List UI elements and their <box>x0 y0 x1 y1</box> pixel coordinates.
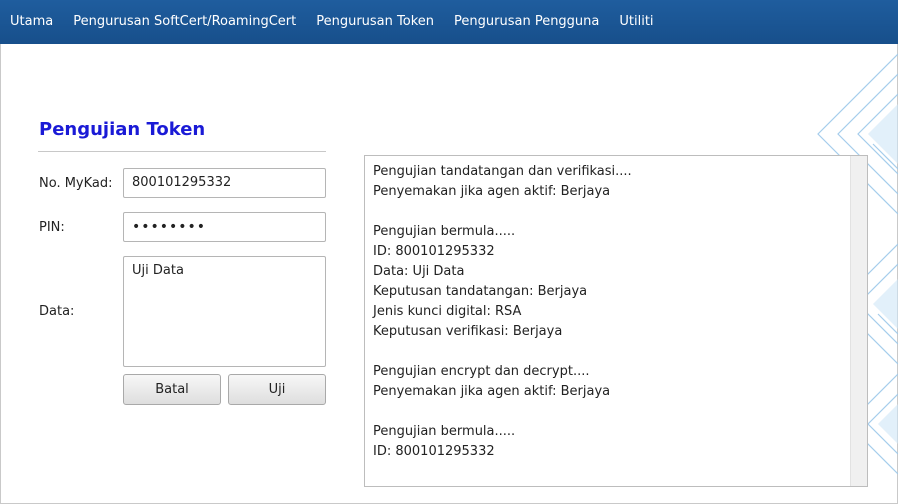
pin-label: PIN: <box>39 220 65 235</box>
menu-item-pengguna[interactable]: Pengurusan Pengguna <box>454 0 599 44</box>
menu-item-softcert[interactable]: Pengurusan SoftCert/RoamingCert <box>73 0 296 44</box>
menu-bar: Utama Pengurusan SoftCert/RoamingCert Pe… <box>0 0 898 44</box>
output-line: Data: Uji Data <box>373 264 465 279</box>
mykad-label: No. MyKad: <box>39 176 113 191</box>
output-line: Keputusan verifikasi: Berjaya <box>373 324 563 339</box>
mykad-field[interactable]: 800101295332 <box>123 168 326 198</box>
output-log[interactable]: Pengujian tandatangan dan verifikasi....… <box>364 155 868 487</box>
output-lines: Pengujian tandatangan dan verifikasi....… <box>373 162 849 462</box>
output-line: Penyemakan jika agen aktif: Berjaya <box>373 384 611 399</box>
menu-item-utiliti[interactable]: Utiliti <box>619 0 653 44</box>
output-line: Keputusan tandatangan: Berjaya <box>373 284 588 299</box>
data-label: Data: <box>39 304 75 319</box>
data-textarea[interactable]: Uji Data <box>123 256 326 367</box>
pin-field[interactable]: •••••••• <box>123 212 326 242</box>
output-line: Pengujian encrypt dan decrypt.... <box>373 364 590 379</box>
menu-item-utama[interactable]: Utama <box>10 0 53 44</box>
output-line: Pengujian tandatangan dan verifikasi.... <box>373 164 632 179</box>
page-title: Pengujian Token <box>39 119 206 140</box>
menu-item-token[interactable]: Pengurusan Token <box>316 0 434 44</box>
output-line: Jenis kunci digital: RSA <box>373 304 522 319</box>
output-line: Pengujian bermula..... <box>373 424 516 439</box>
output-line: ID: 800101295332 <box>373 444 495 459</box>
cancel-button[interactable]: Batal <box>123 374 221 405</box>
output-line: Penyemakan jika agen aktif: Berjaya <box>373 184 611 199</box>
output-line: ID: 800101295332 <box>373 244 495 259</box>
output-scrollbar[interactable] <box>850 156 867 486</box>
title-divider <box>38 151 326 152</box>
output-line: Pengujian bermula..... <box>373 224 516 239</box>
test-button[interactable]: Uji <box>228 374 326 405</box>
